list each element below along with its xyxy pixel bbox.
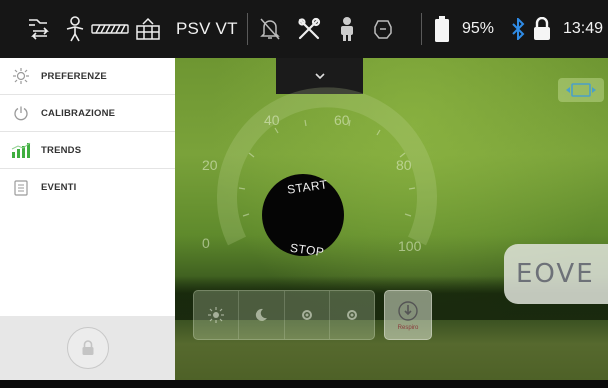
patient-icon[interactable] <box>334 0 360 58</box>
patient-child-icon[interactable] <box>62 0 88 58</box>
power-icon <box>11 103 31 123</box>
menu-item-label: EVENTI <box>41 182 77 193</box>
humidifier-icon[interactable] <box>90 0 130 58</box>
dial-tick-0: 0 <box>202 235 210 251</box>
moon-icon <box>256 308 268 321</box>
alarm-muted-icon[interactable] <box>256 0 284 58</box>
menu-footer <box>0 316 175 380</box>
dial-tick-40: 40 <box>264 112 280 128</box>
preset-button-group <box>193 290 375 340</box>
menu-item-eventi[interactable]: EVENTI <box>0 169 175 206</box>
menu-item-calibrazione[interactable]: CALIBRAZIONE <box>0 95 175 132</box>
preset-day-button[interactable] <box>194 291 240 339</box>
events-icon <box>11 178 31 198</box>
dial-tick-100: 100 <box>398 238 422 254</box>
ventilator-device-icon[interactable] <box>132 0 164 58</box>
tools-icon[interactable] <box>294 0 324 58</box>
circuit-config-icon[interactable] <box>24 0 54 58</box>
side-menu: PREFERENZE CALIBRAZIONE TRENDS EVENTI <box>0 58 175 380</box>
preset-night-button[interactable] <box>239 291 285 339</box>
clock: 13:49 <box>563 20 604 37</box>
bottom-bar <box>0 380 608 388</box>
lock-icon[interactable] <box>530 0 554 58</box>
breath-icon <box>398 300 418 321</box>
dial-tick-80: 80 <box>396 157 412 173</box>
respiro-label: Respiro <box>397 324 419 331</box>
statusbar-divider <box>421 13 422 45</box>
ventilation-mode[interactable]: PSV VT <box>176 0 238 58</box>
preset-4-button[interactable] <box>330 291 374 339</box>
menu-item-trends[interactable]: TRENDS <box>0 132 175 169</box>
trends-icon <box>11 140 31 160</box>
bluetooth-icon[interactable] <box>508 0 528 58</box>
gear-icon <box>301 310 312 320</box>
gear-icon <box>346 310 357 320</box>
dial-tick-20: 20 <box>202 157 218 173</box>
lock-icon <box>82 340 93 355</box>
status-bar: PSV VT 95% 13:49 <box>0 0 608 58</box>
screen-lock-button[interactable] <box>66 327 109 369</box>
menu-item-label: CALIBRAZIONE <box>41 107 116 119</box>
eove-logo: EOVE <box>504 244 608 304</box>
mask-icon[interactable] <box>370 0 396 58</box>
logo-text: EOVE <box>516 259 595 289</box>
sun-icon <box>208 307 225 323</box>
statusbar-divider <box>247 13 248 45</box>
dial-tick-60: 60 <box>334 112 350 128</box>
menu-item-label: PREFERENZE <box>41 70 107 82</box>
preset-3-button[interactable] <box>285 291 330 339</box>
battery-icon <box>430 0 454 58</box>
respiro-button[interactable]: Respiro <box>384 290 432 340</box>
menu-item-label: TRENDS <box>41 144 82 156</box>
settings-sun-icon <box>11 66 31 86</box>
battery-level: 95% <box>462 20 495 37</box>
menu-item-preferenze[interactable]: PREFERENZE <box>0 58 175 95</box>
